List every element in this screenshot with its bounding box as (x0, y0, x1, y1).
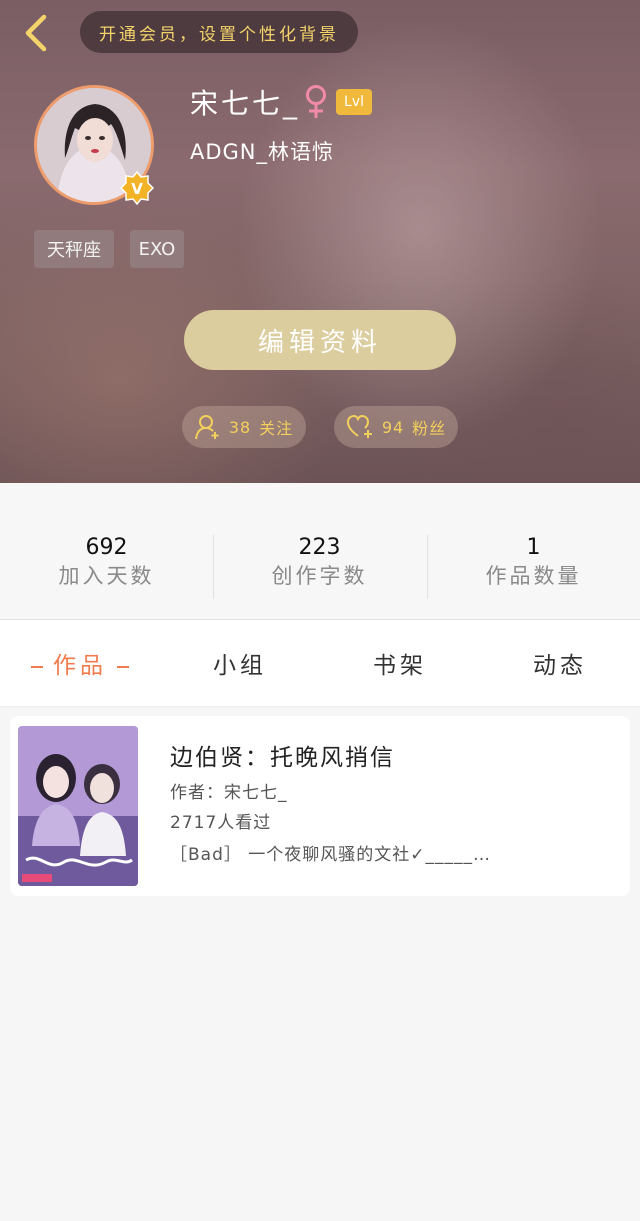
work-card[interactable]: 边伯贤：托晚风捎信 作者：宋七七_ 2717人看过 ［Bad］ 一个夜聊风骚的文… (10, 716, 630, 896)
username: 宋七七_ (190, 87, 301, 120)
tag-zodiac: 天秤座 (34, 230, 114, 268)
tab-active-indicator (31, 665, 43, 668)
following-count: 38 (228, 417, 252, 437)
profile-stats: 692 加入天数 223 创作字数 1 作品数量 (0, 483, 640, 620)
stat-work-count: 1 作品数量 (427, 535, 640, 591)
verified-badge-icon: V (120, 171, 154, 205)
tab-bookshelf[interactable]: 书架 (320, 646, 480, 680)
stat-value: 1 (526, 535, 541, 560)
work-view-count: 2717人看过 (170, 813, 272, 833)
tab-label: 书架 (373, 653, 427, 679)
stat-label: 创作字数 (271, 564, 368, 588)
fans-button[interactable]: 94 粉丝 (334, 406, 458, 448)
chevron-left-icon (25, 14, 47, 52)
work-cover-image[interactable] (18, 726, 138, 886)
tab-activity[interactable]: 动态 (480, 646, 640, 680)
stat-value: 223 (298, 535, 341, 560)
fans-count: 94 (381, 417, 405, 437)
content-tabs: 作品 小组 书架 动态 (0, 620, 640, 707)
profile-subtitle: ADGN_林语惊 (190, 140, 335, 164)
stat-word-count: 223 创作字数 (213, 535, 426, 591)
verified-badge-letter: V (131, 180, 143, 198)
vip-banner-text: 开通会员，设置个性化背景 (99, 24, 339, 45)
work-title[interactable]: 边伯贤：托晚风捎信 (170, 738, 395, 772)
cover-artwork (18, 726, 138, 886)
fans-label: 粉丝 (412, 419, 447, 438)
stat-label: 作品数量 (485, 564, 582, 588)
profile-header: 开通会员，设置个性化背景 V 宋七七_ Lvl ADGN_林语惊 天秤座 EXO… (0, 0, 640, 483)
tab-label: 作品 (53, 653, 107, 679)
level-badge: Lvl (336, 89, 372, 115)
following-button[interactable]: 38 关注 (182, 406, 306, 448)
tab-label: 动态 (533, 653, 587, 679)
tag-fandom: EXO (130, 230, 184, 268)
avatar-container[interactable]: V (34, 85, 154, 205)
stat-label: 加入天数 (58, 564, 155, 588)
edit-profile-button[interactable]: 编辑资料 (184, 310, 456, 370)
tab-groups[interactable]: 小组 (160, 646, 320, 680)
stat-value: 692 (85, 535, 128, 560)
heart-plus-icon (346, 414, 372, 438)
following-label: 关注 (259, 419, 294, 438)
work-description: ［Bad］ 一个夜聊风骚的文社✓_____… (170, 845, 492, 865)
stat-join-days: 692 加入天数 (0, 535, 213, 591)
tab-active-indicator (117, 665, 129, 668)
tab-label: 小组 (213, 653, 267, 679)
tab-works[interactable]: 作品 (0, 646, 160, 680)
back-button[interactable] (14, 12, 56, 54)
work-author: 作者：宋七七_ (170, 783, 288, 803)
female-gender-icon (306, 85, 326, 118)
vip-background-banner[interactable]: 开通会员，设置个性化背景 (80, 11, 358, 53)
add-user-icon (194, 415, 219, 440)
